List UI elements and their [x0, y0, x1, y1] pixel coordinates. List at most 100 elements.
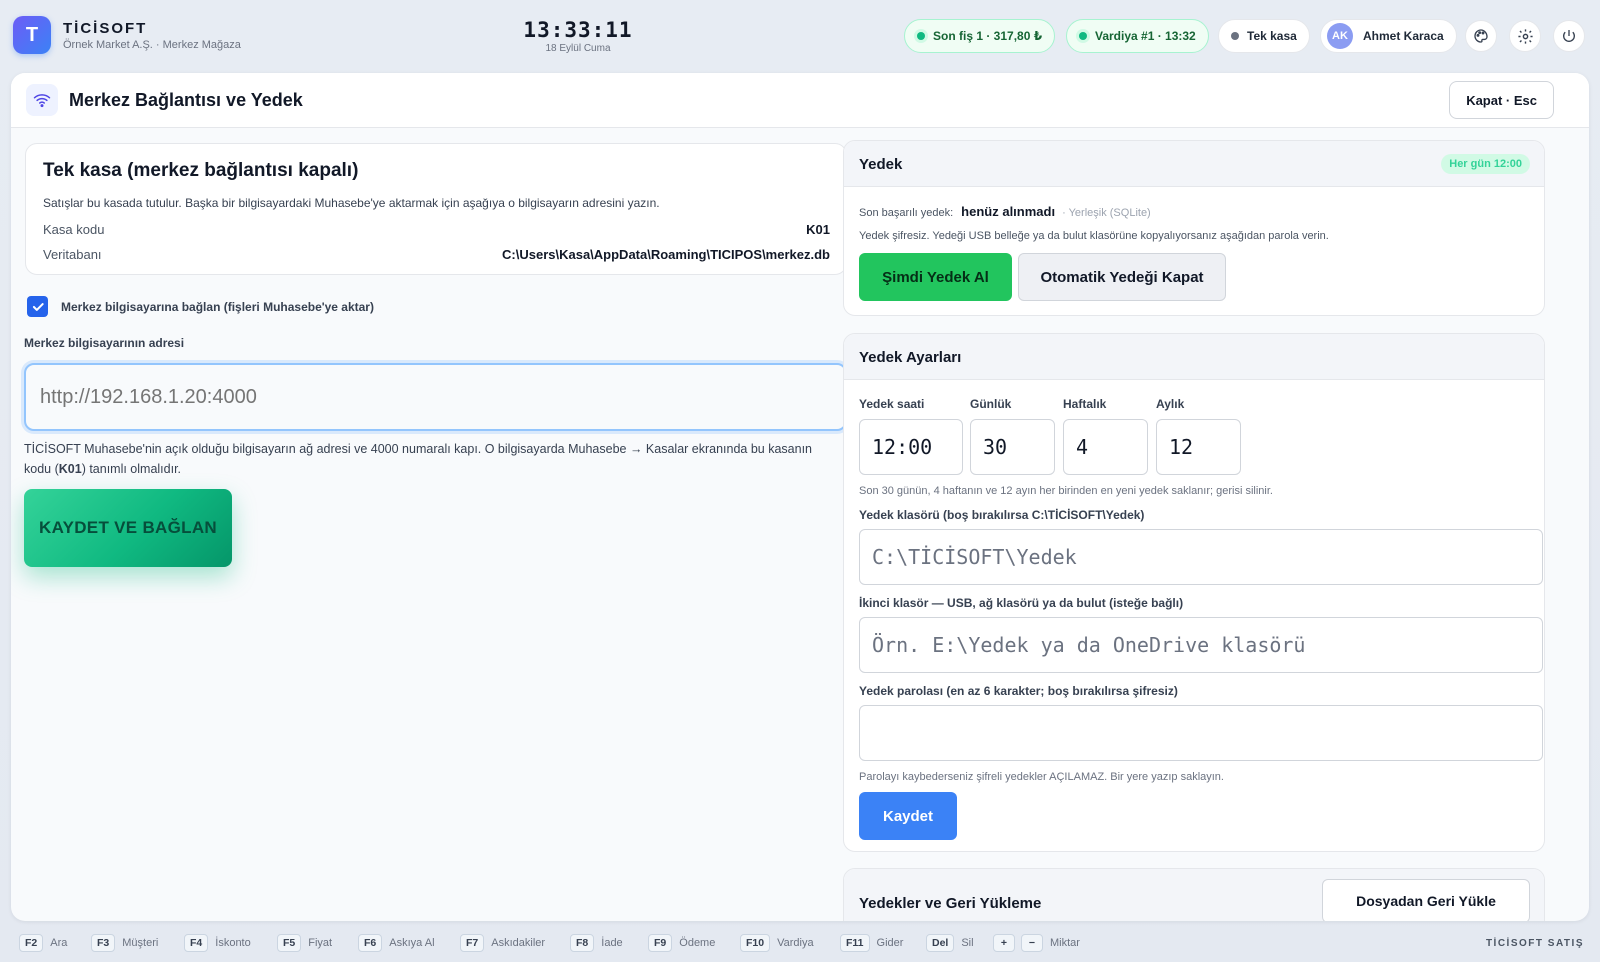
weekly-label: Haftalık — [1063, 397, 1107, 411]
monthly-retention-input[interactable] — [1156, 419, 1241, 475]
shortcut-key: Del — [926, 934, 955, 952]
last-backup-value: henüz alınmadı — [961, 204, 1056, 219]
shortcut-key: F3 — [91, 934, 116, 952]
footer-brand: TİCİSOFT SATIŞ — [1485, 938, 1584, 949]
top-bar: T TİCİSOFT Örnek Market A.Ş. · Merkez Ma… — [0, 0, 1600, 68]
save-settings-button[interactable]: Kaydet — [859, 792, 957, 840]
schedule-badge: Her gün 12:00 — [1441, 154, 1530, 174]
checkmark-icon — [32, 302, 44, 311]
address-help: TİCİSOFT Muhasebe'nin açık olduğu bilgis… — [24, 442, 813, 476]
user-pill[interactable]: AK Ahmet Karaca — [1320, 19, 1457, 53]
shortcut-key: F7 — [460, 934, 485, 952]
last-receipt-pill[interactable]: Son fiş 1 · 317,80 ₺ — [904, 19, 1056, 53]
wifi-icon — [26, 84, 58, 116]
standalone-title: Tek kasa (merkez bağlantısı kapalı) — [43, 160, 359, 181]
brand-name: TİCİSOFT — [63, 20, 148, 37]
status-dot — [1231, 32, 1239, 40]
status-dot — [1079, 32, 1087, 40]
disable-auto-backup-button[interactable]: Otomatik Yedeği Kapat — [1018, 253, 1226, 301]
daily-retention-input[interactable] — [970, 419, 1055, 475]
backup-time-input[interactable] — [859, 419, 963, 475]
shortcut-label: Askıya Al — [389, 937, 435, 949]
last-backup-label: Son başarılı yedek: — [859, 207, 954, 219]
backup-card-header: Yedek Her gün 12:00 — [844, 141, 1544, 187]
backup-engine: · Yerleşik (SQLite) — [1062, 207, 1151, 219]
second-folder-label: İkinci klasör — USB, ağ klasörü ya da bu… — [859, 596, 1184, 610]
shortcut-f5[interactable]: F5 Fiyat — [277, 934, 332, 952]
shortcut-label: Askıdakiler — [491, 937, 546, 949]
daily-label: Günlük — [970, 397, 1012, 411]
shift-pill[interactable]: Vardiya #1 · 13:32 — [1066, 19, 1209, 53]
shortcut-f6[interactable]: F6 Askıya Al — [358, 934, 435, 952]
user-name: Ahmet Karaca — [1363, 29, 1444, 43]
minus-key: − — [1021, 934, 1043, 952]
shortcut-f11[interactable]: F11 Gider — [840, 934, 903, 952]
shortcut-label: Ara — [50, 937, 68, 949]
status-dot — [917, 32, 925, 40]
shortcut-key: F8 — [570, 934, 595, 952]
shift-text: Vardiya #1 · 13:32 — [1095, 29, 1196, 43]
shortcut-key: F9 — [648, 934, 673, 952]
shortcut-f3[interactable]: F3 Müşteri — [91, 934, 158, 952]
restore-card-header: Yedekler ve Geri Yükleme Dosyadan Geri Y… — [844, 869, 1544, 921]
shortcut-label: Vardiya — [777, 937, 814, 949]
backup-settings-card: Yedek Ayarları Yedek saati Günlük Haftal… — [843, 333, 1545, 852]
shortcut-del[interactable]: Del Sil — [926, 934, 974, 952]
last-backup-row: Son başarılı yedek: henüz alınmadı · Yer… — [859, 204, 1151, 219]
database-label: Veritabanı — [43, 247, 102, 262]
backup-password-label: Yedek parolası (en az 6 karakter; boş bı… — [859, 684, 1178, 698]
shortcut-f10[interactable]: F10 Vardiya — [740, 934, 814, 952]
center-address-input[interactable] — [24, 363, 847, 431]
shortcut-f8[interactable]: F8 İade — [570, 934, 623, 952]
backup-settings-title: Yedek Ayarları — [859, 349, 962, 366]
shortcut-label: Müşteri — [122, 937, 159, 949]
app-logo: T — [13, 16, 51, 54]
second-folder-input[interactable] — [859, 617, 1543, 673]
register-mode-text: Tek kasa — [1247, 29, 1297, 43]
last-receipt-text: Son fiş 1 · 317,80 ₺ — [933, 29, 1043, 43]
shortcut-label: İade — [601, 937, 623, 949]
shortcut-f2[interactable]: F2 Ara — [19, 934, 67, 952]
shortcut-key: F10 — [740, 934, 771, 952]
address-label: Merkez bilgisayarının adresi — [24, 336, 185, 350]
shortcut-f7[interactable]: F7 Askıdakiler — [460, 934, 545, 952]
dialog-header: Merkez Bağlantısı ve Yedek Kapat · Esc — [11, 73, 1589, 128]
shortcut-key: F4 — [184, 934, 209, 952]
save-and-connect-button[interactable]: KAYDET VE BAĞLAN — [24, 489, 232, 567]
brand: TİCİSOFT Örnek Market A.Ş. · Merkez Mağa… — [63, 20, 241, 51]
connection-backup-dialog: Merkez Bağlantısı ve Yedek Kapat · Esc T… — [11, 73, 1589, 921]
backup-folder-label: Yedek klasörü (boş bırakılırsa C:\TİCİSO… — [859, 508, 1145, 522]
backup-folder-input[interactable] — [859, 529, 1543, 585]
backup-password-input[interactable] — [859, 705, 1543, 761]
register-code-label: Kasa kodu — [43, 222, 105, 237]
clock-time: 13:33:11 — [523, 18, 633, 42]
backup-time-label: Yedek saati — [859, 397, 925, 411]
retention-note: Son 30 günün, 4 haftanın ve 12 ayın her … — [859, 485, 1273, 497]
shortcut-quantity[interactable]: + − Miktar — [993, 934, 1080, 952]
shortcut-label: Fiyat — [308, 937, 333, 949]
register-mode-pill[interactable]: Tek kasa — [1218, 19, 1310, 53]
password-warning: Parolayı kaybederseniz şifreli yedekler … — [859, 771, 1224, 783]
shortcut-f4[interactable]: F4 İskonto — [184, 934, 251, 952]
power-icon[interactable] — [1553, 20, 1585, 52]
shortcut-f9[interactable]: F9 Ödeme — [648, 934, 715, 952]
store-name: Örnek Market A.Ş. · Merkez Mağaza — [63, 39, 241, 51]
clock: 13:33:11 18 Eylül Cuma — [500, 18, 656, 54]
backup-now-button[interactable]: Şimdi Yedek Al — [859, 253, 1012, 301]
shortcut-label: Ödeme — [679, 937, 716, 949]
dialog-title: Merkez Bağlantısı ve Yedek — [69, 90, 303, 110]
backup-card: Yedek Her gün 12:00 Son başarılı yedek: … — [843, 140, 1545, 316]
shortcut-label: İskonto — [215, 937, 251, 949]
connect-checkbox[interactable] — [27, 296, 48, 317]
restore-from-file-button[interactable]: Dosyadan Geri Yükle — [1322, 879, 1530, 921]
connect-checkbox-label[interactable]: Merkez bilgisayarına bağlan (fişleri Muh… — [61, 300, 374, 314]
weekly-retention-input[interactable] — [1063, 419, 1148, 475]
shortcut-key: F5 — [277, 934, 302, 952]
clock-date: 18 Eylül Cuma — [545, 43, 611, 54]
shortcut-key: F6 — [358, 934, 383, 952]
register-code-value: K01 — [806, 222, 830, 237]
palette-icon[interactable] — [1465, 20, 1497, 52]
encryption-warning: Yedek şifresiz. Yedeği USB belleğe ya da… — [859, 230, 1329, 242]
close-button[interactable]: Kapat · Esc — [1449, 81, 1554, 119]
settings-gear-icon[interactable] — [1509, 20, 1541, 52]
